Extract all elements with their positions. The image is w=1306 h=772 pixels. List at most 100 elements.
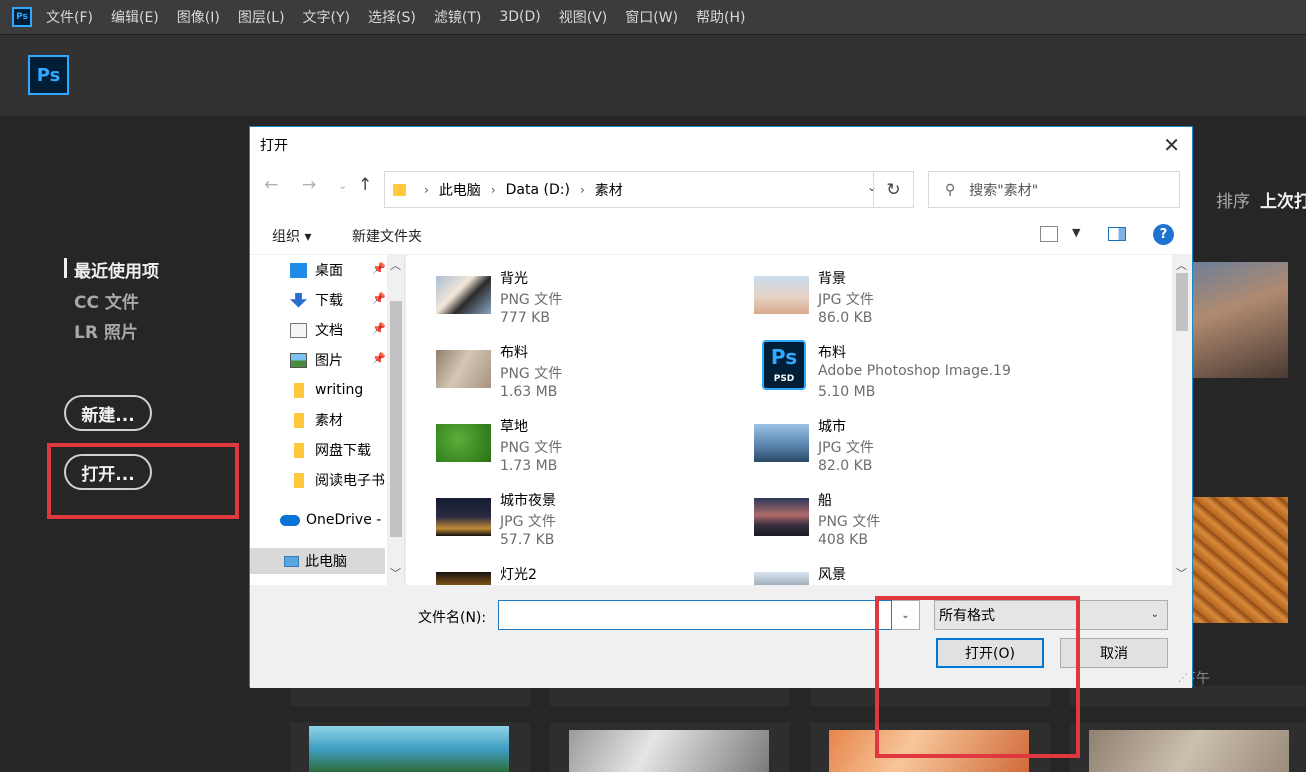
chevron-right-icon[interactable]: › [491, 183, 496, 197]
dialog-title: 打开 [260, 138, 288, 154]
download-icon [290, 292, 307, 308]
file-item[interactable]: 风景 [754, 564, 1054, 585]
onedrive-icon [280, 514, 300, 526]
view-dropdown-icon[interactable]: ▼ [1072, 226, 1080, 239]
menu-layer[interactable]: 图层(L) [238, 7, 285, 27]
back-arrow-icon[interactable]: ← [264, 175, 278, 195]
nav-active-marker [64, 258, 67, 278]
scroll-up-icon[interactable]: ︿ [390, 257, 401, 273]
chevron-right-icon[interactable]: › [580, 183, 585, 197]
menu-window[interactable]: 窗口(W) [625, 7, 678, 27]
scrollbar-thumb[interactable] [1176, 273, 1188, 331]
organize-menu[interactable]: 组织 ▾ [272, 226, 311, 246]
psd-icon-letters: Ps [770, 345, 798, 369]
search-box[interactable]: ⚲ 搜索"素材" [928, 171, 1180, 208]
file-item[interactable]: Ps PSD 布料 Adobe Photoshop Image.19 5.10 … [754, 340, 1054, 416]
file-item[interactable]: 城市夜景 JPG 文件 57.7 KB [436, 490, 736, 564]
file-thumbnail [436, 350, 491, 388]
up-arrow-icon[interactable]: ↑ [358, 175, 372, 195]
file-size: 86.0 KB [818, 310, 873, 326]
file-type: PNG 文件 [500, 366, 563, 382]
file-list: 背光 PNG 文件 777 KB 背景 JPG 文件 86.0 KB 布料 PN… [406, 255, 1192, 585]
recent-thumbnail-portrait[interactable] [1190, 262, 1288, 378]
recent-thumbnail-cloth-1[interactable] [569, 730, 769, 772]
file-item[interactable]: 背光 PNG 文件 777 KB [436, 268, 736, 342]
menu-view[interactable]: 视图(V) [559, 7, 608, 27]
sort-label: 排序 [1216, 192, 1250, 212]
file-type: PNG 文件 [818, 514, 881, 530]
file-item[interactable]: 背景 JPG 文件 86.0 KB [754, 268, 1054, 342]
help-icon[interactable]: ? [1153, 224, 1174, 245]
photoshop-home-logo-icon[interactable]: Ps [28, 55, 69, 95]
scroll-down-icon[interactable]: ﹀ [1176, 565, 1187, 581]
file-thumbnail [754, 276, 809, 314]
scrollbar-thumb[interactable] [390, 301, 402, 537]
menu-filter[interactable]: 滤镜(T) [434, 7, 481, 27]
nav-recent[interactable]: 最近使用项 [74, 257, 159, 282]
file-name: 布料 [818, 345, 846, 361]
recent-thumbnail-cloth-2[interactable] [1089, 730, 1289, 772]
new-folder-button[interactable]: 新建文件夹 [352, 226, 422, 246]
new-button[interactable]: 新建... [64, 395, 152, 431]
file-name: 城市 [818, 419, 846, 435]
address-bar[interactable]: › 此电脑 › Data (D:) › 素材 ⌄ ↻ [384, 171, 914, 208]
menu-3d[interactable]: 3D(D) [499, 9, 540, 25]
pin-icon[interactable]: 📌 [372, 352, 386, 365]
file-list-scrollbar[interactable]: ︿ ﹀ [1172, 255, 1192, 585]
file-type: PNG 文件 [500, 440, 563, 456]
file-item[interactable]: 城市 JPG 文件 82.0 KB [754, 416, 1054, 490]
search-icon: ⚲ [945, 181, 956, 198]
highlight-box-open-home [47, 443, 239, 519]
recent-thumbnail-landscape[interactable] [309, 726, 509, 772]
nav-pictures[interactable]: 图片 📌 [290, 348, 386, 372]
file-item[interactable]: 布料 PNG 文件 1.63 MB [436, 342, 736, 416]
nav-pane-scrollbar[interactable]: ︿ ﹀ [387, 255, 404, 585]
chevron-right-icon[interactable]: › [424, 183, 429, 197]
nav-folder-sucai[interactable]: 素材 [290, 408, 343, 432]
file-item[interactable]: 灯光2 [436, 564, 736, 585]
menu-image[interactable]: 图像(I) [177, 7, 220, 27]
close-icon[interactable]: ✕ [1163, 133, 1180, 157]
breadcrumb-sucai[interactable]: 素材 [595, 180, 623, 200]
view-options-icon[interactable] [1040, 226, 1058, 242]
preview-pane-icon[interactable] [1108, 227, 1126, 241]
menu-help[interactable]: 帮助(H) [696, 7, 745, 27]
menu-type[interactable]: 文字(Y) [303, 7, 350, 27]
nav-documents[interactable]: 文档 📌 [290, 318, 386, 342]
nav-lr-photos[interactable]: LR 照片 [74, 318, 138, 343]
nav-desktop[interactable]: 桌面 📌 [290, 258, 386, 282]
file-item[interactable]: 草地 PNG 文件 1.73 MB [436, 416, 736, 490]
folder-icon [294, 472, 304, 488]
breadcrumb-drive-d[interactable]: Data (D:) [506, 182, 570, 198]
file-size: 408 KB [818, 532, 868, 548]
scroll-up-icon[interactable]: ︿ [1176, 257, 1187, 273]
nav-onedrive[interactable]: OneDrive - [280, 508, 381, 532]
file-size: 82.0 KB [818, 458, 873, 474]
breadcrumb-this-pc[interactable]: 此电脑 [439, 180, 481, 200]
nav-cc-files[interactable]: CC 文件 [74, 288, 139, 313]
scroll-down-icon[interactable]: ﹀ [390, 565, 401, 581]
menu-file[interactable]: 文件(F) [46, 7, 93, 27]
menu-select[interactable]: 选择(S) [368, 7, 416, 27]
nav-downloads[interactable]: 下载 📌 [290, 288, 386, 312]
nav-folder-netdisk[interactable]: 网盘下载 [290, 438, 371, 462]
nav-label: 素材 [315, 413, 343, 429]
pin-icon[interactable]: 📌 [372, 262, 386, 275]
file-item[interactable]: 船 PNG 文件 408 KB [754, 490, 1054, 564]
recent-locations-chevron-icon[interactable]: ⌄ [338, 179, 347, 192]
nav-this-pc[interactable]: 此电脑 [250, 548, 385, 574]
nav-folder-ebooks[interactable]: 阅读电子书 [290, 468, 385, 492]
resize-grip-icon[interactable]: ⋰ [1178, 673, 1188, 684]
forward-arrow-icon[interactable]: → [302, 175, 316, 195]
pin-icon[interactable]: 📌 [372, 322, 386, 335]
search-placeholder: 搜索"素材" [969, 182, 1039, 199]
menu-edit[interactable]: 编辑(E) [111, 7, 159, 27]
file-thumbnail [436, 572, 491, 585]
sort-dropdown[interactable]: 上次打 [1260, 187, 1306, 212]
refresh-icon[interactable]: ↻ [873, 172, 913, 207]
recent-thumbnail-wood[interactable] [1190, 497, 1288, 623]
nav-folder-writing[interactable]: writing [290, 378, 363, 402]
filename-input[interactable] [498, 600, 892, 630]
file-type: JPG 文件 [818, 292, 874, 308]
pin-icon[interactable]: 📌 [372, 292, 386, 305]
